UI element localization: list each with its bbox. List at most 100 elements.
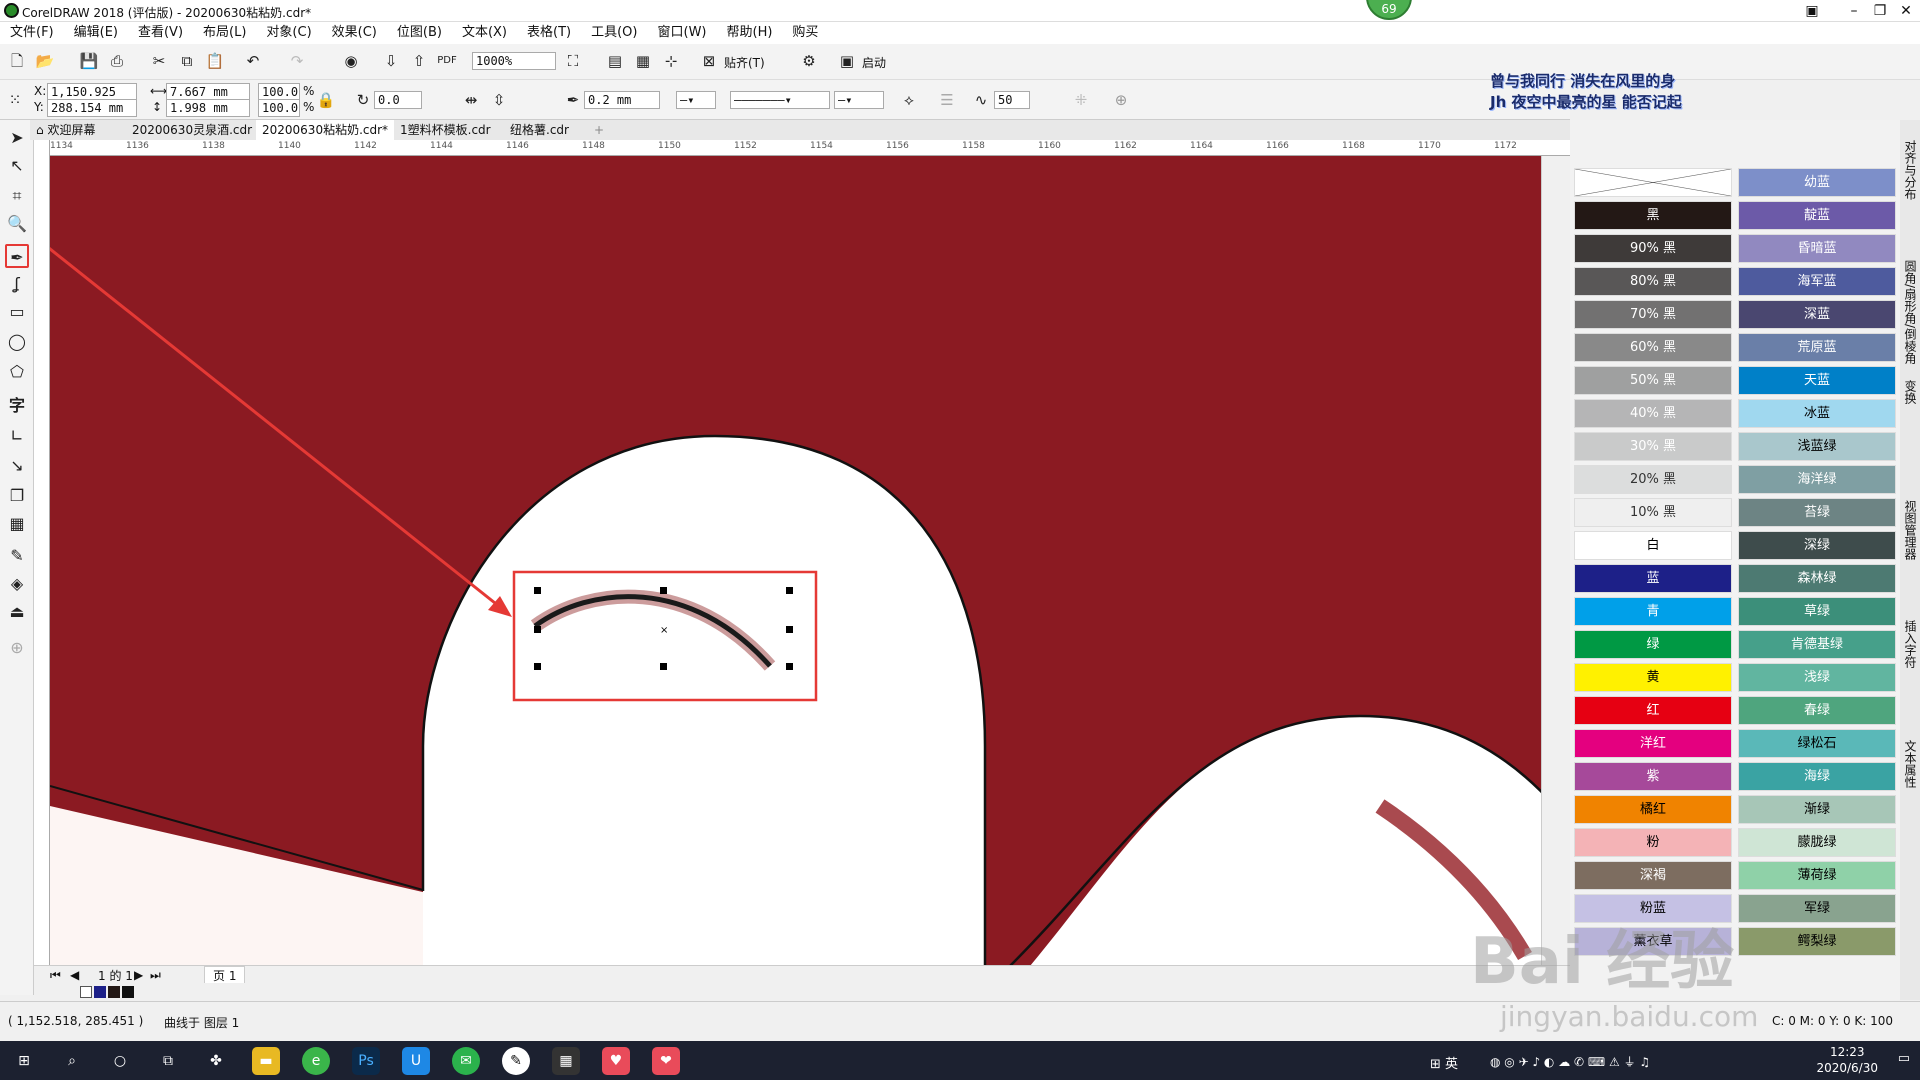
cortana-icon[interactable]: ○ bbox=[106, 1047, 134, 1075]
snap-icon[interactable]: ⊠ bbox=[698, 50, 720, 72]
shape-tool-icon[interactable]: ↖ bbox=[5, 154, 29, 178]
color-swatch[interactable]: 青 bbox=[1574, 597, 1732, 626]
cut-icon[interactable]: ✂ bbox=[148, 50, 170, 72]
color-swatch[interactable]: 蓝 bbox=[1574, 564, 1732, 593]
color-swatch[interactable]: 朦胧绿 bbox=[1738, 828, 1896, 857]
show-grid-icon[interactable]: ▦ bbox=[632, 50, 654, 72]
smoothing-field[interactable]: 50 bbox=[994, 91, 1030, 109]
nodes-icon[interactable]: ⁜ bbox=[1070, 89, 1092, 111]
mirror-horizontal-icon[interactable]: ⇹ bbox=[460, 89, 482, 111]
undo-icon[interactable]: ↶ bbox=[242, 50, 264, 72]
launch-icon[interactable]: ▣ bbox=[836, 50, 858, 72]
color-swatch[interactable]: 肯德基绿 bbox=[1738, 630, 1896, 659]
reference-point-icon[interactable]: ⁙ bbox=[4, 89, 26, 111]
transparency-icon[interactable]: ▦ bbox=[5, 512, 29, 536]
fan-app-icon[interactable]: ✤ bbox=[202, 1047, 230, 1075]
calculator-icon[interactable]: ▦ bbox=[552, 1047, 580, 1075]
snap-to-dropdown[interactable]: 贴齐(T) bbox=[724, 54, 765, 71]
color-swatch[interactable]: 粉 bbox=[1574, 828, 1732, 857]
color-swatch[interactable]: 40% 黑 bbox=[1574, 399, 1732, 428]
color-swatch[interactable]: 10% 黑 bbox=[1574, 498, 1732, 527]
swatch-dark[interactable] bbox=[122, 986, 134, 998]
color-swatch[interactable]: 苔绿 bbox=[1738, 498, 1896, 527]
print-icon[interactable]: ⎙ bbox=[106, 50, 128, 72]
color-swatch[interactable]: 幼蓝 bbox=[1738, 168, 1896, 197]
close-curve-icon[interactable]: ⟡ bbox=[898, 89, 920, 111]
color-swatch[interactable]: 薄荷绿 bbox=[1738, 861, 1896, 890]
color-swatch[interactable]: 绿 bbox=[1574, 630, 1732, 659]
photoshop-icon[interactable]: Ps bbox=[352, 1047, 380, 1075]
app-pink-icon[interactable]: ❤ bbox=[652, 1047, 680, 1075]
save-icon[interactable]: 💾 bbox=[78, 50, 100, 72]
copy-icon[interactable]: ⧉ bbox=[176, 50, 198, 72]
color-swatch[interactable]: 军绿 bbox=[1738, 894, 1896, 923]
docker-tab[interactable]: 变换 bbox=[1902, 380, 1919, 404]
help-icon[interactable]: ▣ bbox=[1800, 2, 1824, 20]
rotate-icon[interactable]: ↻ bbox=[352, 89, 374, 111]
corel-connect-icon[interactable]: ◉ bbox=[340, 50, 362, 72]
menu-item[interactable]: 编辑(E) bbox=[64, 22, 128, 44]
color-swatch[interactable]: 天蓝 bbox=[1738, 366, 1896, 395]
swatch-black[interactable] bbox=[108, 986, 120, 998]
docker-tab[interactable]: 视图管理器 bbox=[1902, 500, 1919, 560]
next-page-icon[interactable]: ▶ bbox=[134, 968, 143, 982]
color-swatch[interactable]: 荒原蓝 bbox=[1738, 333, 1896, 362]
color-swatch[interactable]: 20% 黑 bbox=[1574, 465, 1732, 494]
menu-item[interactable]: 表格(T) bbox=[517, 22, 581, 44]
color-swatch[interactable]: 深绿 bbox=[1738, 531, 1896, 560]
smart-fill-icon[interactable]: ⏏ bbox=[5, 600, 29, 624]
swatch-blue[interactable] bbox=[94, 986, 106, 998]
options-gear-icon[interactable]: ⚙ bbox=[798, 50, 820, 72]
tab-nianniannai[interactable]: 20200630粘粘奶.cdr* bbox=[256, 120, 395, 140]
vertical-scrollbar[interactable] bbox=[1541, 156, 1555, 966]
search-icon[interactable]: ⌕ bbox=[58, 1047, 86, 1075]
app-heart-icon[interactable]: ♥ bbox=[602, 1047, 630, 1075]
color-swatch[interactable]: 渐绿 bbox=[1738, 795, 1896, 824]
start-arrow-select[interactable]: —▾ bbox=[676, 91, 716, 109]
tab-welcome[interactable]: ⌂ 欢迎屏幕 bbox=[30, 120, 101, 140]
menu-item[interactable]: 位图(B) bbox=[387, 22, 452, 44]
line-style-select[interactable]: ———————▾ bbox=[730, 91, 830, 109]
pdf-icon[interactable]: PDF bbox=[436, 50, 458, 72]
color-swatch[interactable]: 白 bbox=[1574, 531, 1732, 560]
color-swatch[interactable]: 80% 黑 bbox=[1574, 267, 1732, 296]
docker-tab[interactable]: 对齐与分布 bbox=[1902, 140, 1919, 200]
pick-tool-icon[interactable]: ➤ bbox=[5, 126, 29, 150]
color-swatch[interactable]: 30% 黑 bbox=[1574, 432, 1732, 461]
full-screen-icon[interactable]: ⛶ bbox=[562, 50, 584, 72]
dimension-tool-icon[interactable]: ∟ bbox=[5, 424, 29, 448]
prev-page-icon[interactable]: ◀ bbox=[70, 968, 79, 982]
tray-icons[interactable]: ◍ ◎ ✈ ♪ ◐ ☁ ✆ ⌨ ⚠ ⏚ ♫ bbox=[1490, 1053, 1650, 1070]
end-arrow-select[interactable]: —▾ bbox=[834, 91, 884, 109]
color-swatch[interactable]: 70% 黑 bbox=[1574, 300, 1732, 329]
paste-icon[interactable]: 📋 bbox=[204, 50, 226, 72]
color-swatch[interactable]: 浅蓝绿 bbox=[1738, 432, 1896, 461]
color-swatch[interactable]: 深褐 bbox=[1574, 861, 1732, 890]
menu-item[interactable]: 文件(F) bbox=[0, 22, 64, 44]
menu-item[interactable]: 对象(C) bbox=[256, 22, 321, 44]
color-swatch[interactable]: 深蓝 bbox=[1738, 300, 1896, 329]
connector-tool-icon[interactable]: ↘ bbox=[5, 454, 29, 478]
color-swatch[interactable]: 草绿 bbox=[1738, 597, 1896, 626]
windows-start-icon[interactable]: ⊞ bbox=[10, 1047, 38, 1075]
show-rulers-icon[interactable]: ▤ bbox=[604, 50, 626, 72]
menu-item[interactable]: 查看(V) bbox=[128, 22, 193, 44]
new-document-icon[interactable]: 🗋 bbox=[6, 50, 28, 72]
wechat-icon[interactable]: ✉ bbox=[452, 1047, 480, 1075]
notification-icon[interactable]: ▭ bbox=[1898, 1051, 1910, 1066]
crop-tool-icon[interactable]: ⌗ bbox=[5, 184, 29, 208]
open-icon[interactable]: 📂 bbox=[34, 50, 56, 72]
color-swatch[interactable]: 靛蓝 bbox=[1738, 201, 1896, 230]
artistic-media-icon[interactable]: ʆ bbox=[5, 272, 29, 296]
color-swatch[interactable]: 海绿 bbox=[1738, 762, 1896, 791]
restore-button[interactable]: ❐ bbox=[1868, 2, 1892, 20]
add-icon[interactable]: ⊕ bbox=[1110, 89, 1132, 111]
color-swatch[interactable]: 橘红 bbox=[1574, 795, 1732, 824]
color-swatch[interactable]: 洋红 bbox=[1574, 729, 1732, 758]
color-swatch[interactable]: 浅绿 bbox=[1738, 663, 1896, 692]
color-swatch[interactable]: 绿松石 bbox=[1738, 729, 1896, 758]
minimize-button[interactable]: – bbox=[1842, 2, 1866, 20]
rotation-field[interactable]: 0.0 bbox=[374, 91, 422, 109]
color-swatch[interactable]: 50% 黑 bbox=[1574, 366, 1732, 395]
color-swatch[interactable]: 红 bbox=[1574, 696, 1732, 725]
